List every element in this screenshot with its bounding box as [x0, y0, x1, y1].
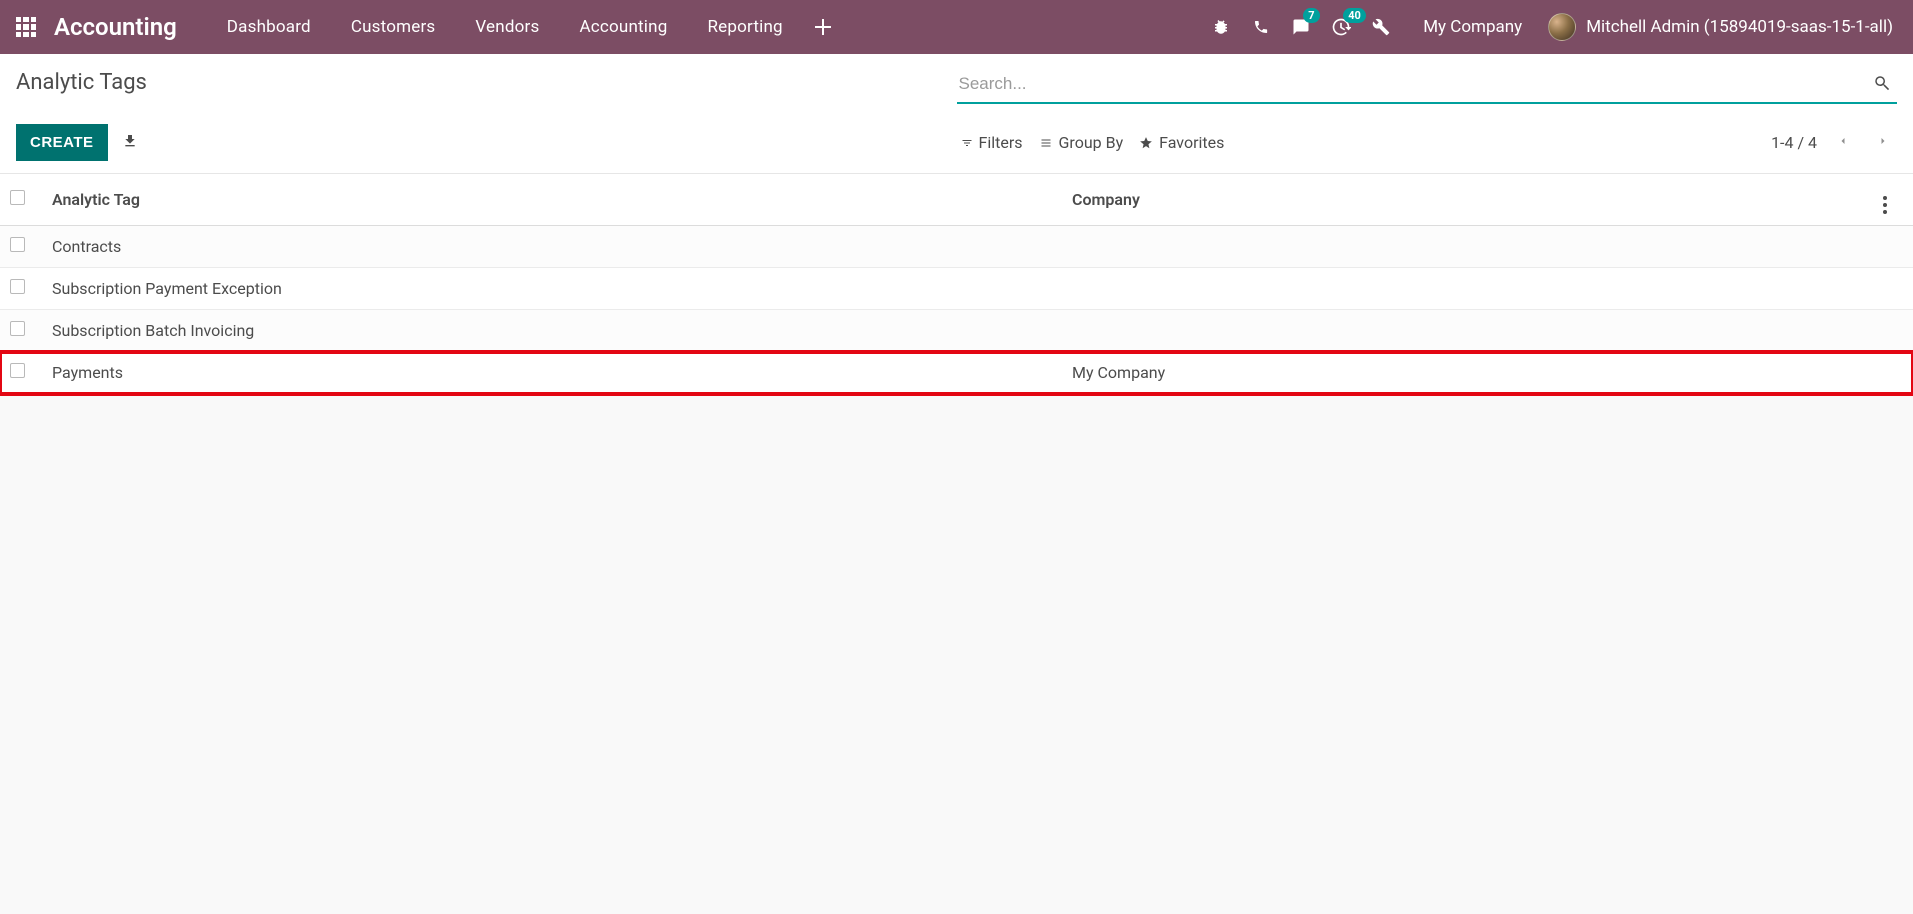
tools-icon[interactable]	[1361, 0, 1401, 54]
select-all-checkbox[interactable]	[10, 190, 25, 205]
app-brand[interactable]: Accounting	[54, 13, 177, 41]
favorites-button[interactable]: Favorites	[1135, 129, 1236, 156]
column-options-icon[interactable]	[1883, 196, 1887, 214]
groupby-button[interactable]: Group By	[1035, 129, 1136, 156]
row-checkbox[interactable]	[10, 237, 25, 252]
breadcrumb: Analytic Tags	[16, 70, 957, 104]
table-row[interactable]: Subscription Batch Invoicing	[0, 310, 1913, 352]
user-menu[interactable]: Mitchell Admin (15894019-saas-15-1-all)	[1544, 13, 1901, 41]
debug-icon[interactable]	[1201, 0, 1241, 54]
cell-tag: Subscription Payment Exception	[42, 268, 1062, 310]
menu-accounting[interactable]: Accounting	[559, 17, 687, 37]
list-view: Analytic Tag Company Contracts Subscript…	[0, 174, 1913, 394]
empty-area	[0, 394, 1913, 914]
filters-label: Filters	[979, 133, 1023, 152]
groupby-label: Group By	[1059, 133, 1124, 152]
messages-badge: 7	[1303, 8, 1319, 23]
menu-dashboard[interactable]: Dashboard	[207, 17, 331, 37]
column-analytic-tag[interactable]: Analytic Tag	[42, 174, 1062, 226]
menu-customers[interactable]: Customers	[331, 17, 456, 37]
pager-prev-icon[interactable]	[1829, 129, 1857, 157]
search-bar	[957, 70, 1898, 104]
cell-company	[1062, 226, 1873, 268]
search-input[interactable]	[957, 70, 1868, 102]
activities-icon[interactable]: 40	[1321, 0, 1361, 54]
pager-next-icon[interactable]	[1869, 129, 1897, 157]
menu-vendors[interactable]: Vendors	[455, 17, 559, 37]
column-company[interactable]: Company	[1062, 174, 1873, 226]
create-button[interactable]: CREATE	[16, 124, 108, 161]
user-name: Mitchell Admin (15894019-saas-15-1-all)	[1586, 17, 1893, 37]
row-checkbox[interactable]	[10, 363, 25, 378]
messages-icon[interactable]: 7	[1281, 0, 1321, 54]
pager-value[interactable]: 1-4 / 4	[1771, 133, 1817, 152]
list-header-row: Analytic Tag Company	[0, 174, 1913, 226]
top-nav: Accounting Dashboard Customers Vendors A…	[0, 0, 1913, 54]
filters-button[interactable]: Filters	[957, 129, 1035, 156]
menu-reporting[interactable]: Reporting	[687, 17, 802, 37]
cell-company: My Company	[1062, 352, 1873, 394]
apps-icon[interactable]	[16, 17, 36, 37]
main-menu: Dashboard Customers Vendors Accounting R…	[207, 0, 843, 54]
row-checkbox[interactable]	[10, 279, 25, 294]
control-panel: Analytic Tags CREATE Filters Group By Fa…	[0, 54, 1913, 174]
cell-tag: Subscription Batch Invoicing	[42, 310, 1062, 352]
cell-tag: Payments	[42, 352, 1062, 394]
cp-buttons: CREATE	[16, 124, 957, 161]
import-icon[interactable]	[122, 133, 138, 153]
company-switcher[interactable]: My Company	[1401, 17, 1544, 37]
cell-company	[1062, 310, 1873, 352]
avatar	[1548, 13, 1576, 41]
table-row[interactable]: Contracts	[0, 226, 1913, 268]
phone-icon[interactable]	[1241, 0, 1281, 54]
cell-company	[1062, 268, 1873, 310]
cell-tag: Contracts	[42, 226, 1062, 268]
search-icon[interactable]	[1867, 74, 1897, 99]
new-icon[interactable]	[803, 0, 843, 54]
pager: 1-4 / 4	[1771, 129, 1897, 157]
favorites-label: Favorites	[1159, 133, 1224, 152]
nav-systray: 7 40 My Company Mitchell Admin (15894019…	[1201, 0, 1901, 54]
table-row[interactable]: Payments My Company	[0, 352, 1913, 394]
cp-search-options: Filters Group By Favorites 1-4 / 4	[957, 124, 1898, 161]
table-row[interactable]: Subscription Payment Exception	[0, 268, 1913, 310]
row-checkbox[interactable]	[10, 321, 25, 336]
